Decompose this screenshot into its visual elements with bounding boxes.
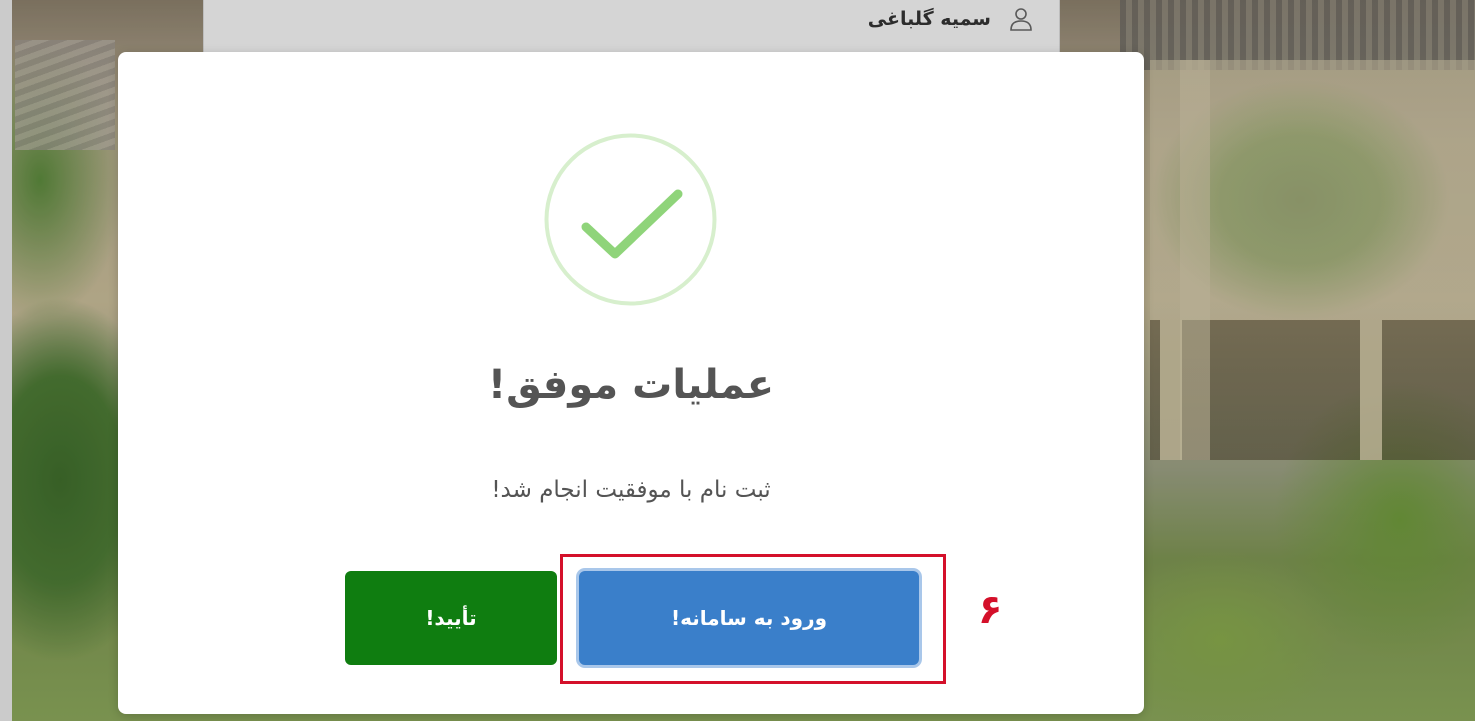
success-dialog: عملیات موفق! ثبت نام با موفقیت انجام شد!… bbox=[118, 52, 1144, 714]
checkmark-circle-icon bbox=[543, 132, 718, 307]
dialog-message: ثبت نام با موفقیت انجام شد! bbox=[491, 477, 771, 503]
screen: سمیه گلباغی عملیات موفق! ثبت نام با موفق… bbox=[0, 0, 1475, 721]
annotation-step-number: ۶ bbox=[978, 587, 1003, 633]
dialog-title: عملیات موفق! bbox=[487, 362, 775, 408]
confirm-button[interactable]: تأیید! bbox=[345, 571, 557, 665]
login-to-system-button[interactable]: ورود به سامانه! bbox=[579, 571, 919, 665]
